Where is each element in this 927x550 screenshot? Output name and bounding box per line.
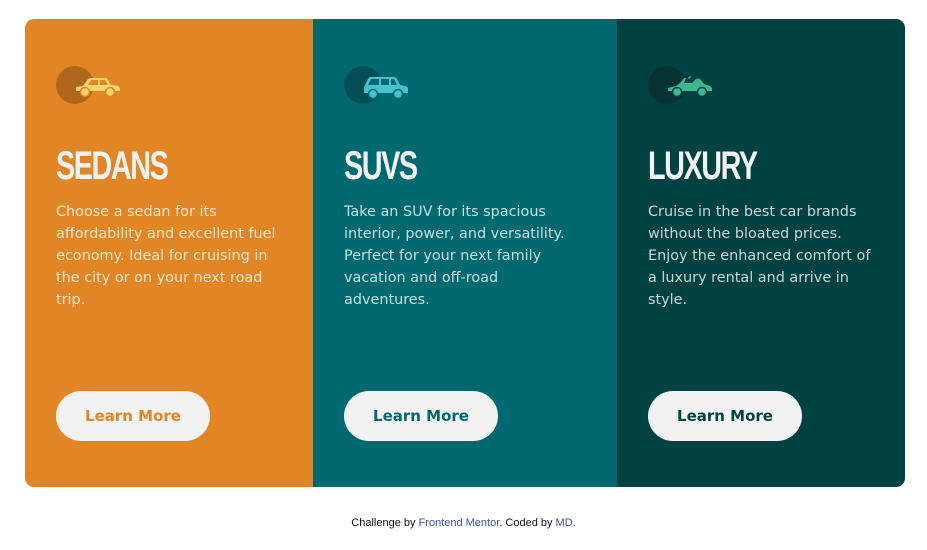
card-luxury: Luxury Cruise in the best car brands wit… [617,19,905,487]
learn-more-button[interactable]: Learn More [648,391,802,441]
card-title: Sedans [56,144,169,188]
sedan-car-icon [56,66,126,106]
frontend-mentor-link[interactable]: Frontend Mentor [419,517,500,529]
card-sedans: Sedans Choose a sedan for its affordabil… [25,19,313,487]
learn-more-button[interactable]: Learn More [56,391,210,441]
attribution: Challenge by Frontend Mentor. Coded by M… [0,517,927,529]
author-link[interactable]: MD [556,517,573,529]
attribution-suffix: . [572,517,576,529]
card-title: SUVs [344,144,418,188]
card-description: Choose a sedan for its affordability and… [56,204,276,308]
card-suvs: SUVs Take an SUV for its spacious interi… [313,19,617,487]
card-description: Cruise in the best car brands without th… [648,204,871,308]
attribution-prefix: Challenge by [351,517,419,529]
card-description: Take an SUV for its spacious interior, p… [344,204,565,308]
card-title: Luxury [648,144,758,188]
learn-more-button[interactable]: Learn More [344,391,498,441]
luxury-car-icon [648,66,718,106]
attribution-middle: . Coded by [499,517,556,529]
suv-car-icon [344,66,414,106]
cards-container: Sedans Choose a sedan for its affordabil… [25,19,905,487]
